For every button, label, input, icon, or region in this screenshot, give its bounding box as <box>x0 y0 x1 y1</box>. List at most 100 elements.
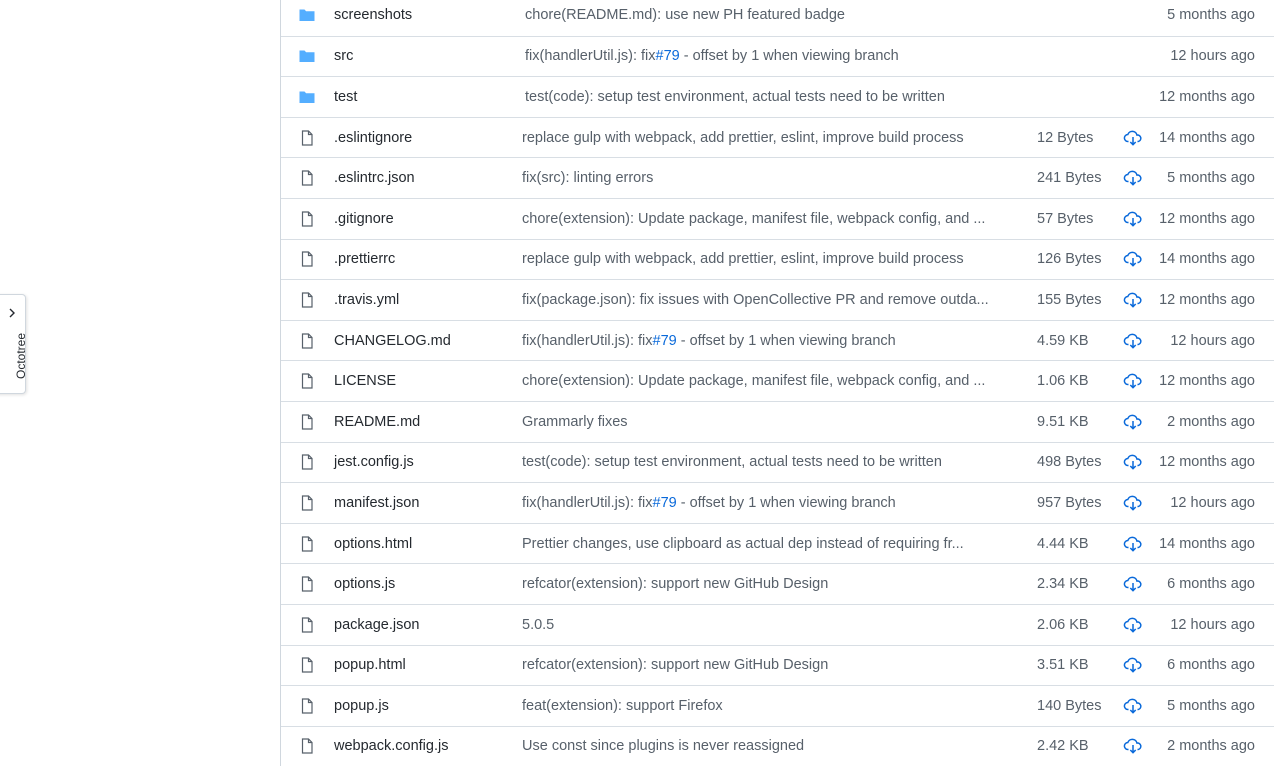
download-icon[interactable] <box>1123 373 1143 389</box>
file-size: 140 Bytes <box>1037 697 1102 714</box>
commit-message-link[interactable]: test(code): setup test environment, actu… <box>522 454 1010 470</box>
file-name-link[interactable]: jest.config.js <box>334 454 414 470</box>
commit-message-link[interactable]: feat(extension): support Firefox <box>522 698 1010 714</box>
issue-link[interactable]: #79 <box>653 333 677 349</box>
file-row[interactable]: options.js refcator(extension): support n… <box>281 563 1274 604</box>
commit-message-link[interactable]: chore(extension): Update package, manife… <box>522 373 1010 389</box>
file-row[interactable]: README.md Grammarly fixes 9.51 KB 2 months … <box>281 400 1274 442</box>
download-icon[interactable] <box>1123 617 1143 633</box>
commit-message-link[interactable]: chore(README.md): use new PH featured ba… <box>525 7 1013 23</box>
commit-age: 12 hours ago <box>1170 494 1255 511</box>
file-size: 1.06 KB <box>1037 373 1089 390</box>
file-list: screenshots chore(README.md): use new PH … <box>280 0 1274 766</box>
file-row[interactable]: package.json 5.0.5 2.06 KB 12 hours ago <box>281 603 1274 645</box>
commit-message-link[interactable]: test(code): setup test environment, actu… <box>525 89 1013 105</box>
file-row[interactable]: .gitignore chore(extension): Update packa… <box>281 197 1274 239</box>
file-name-link[interactable]: CHANGELOG.md <box>334 333 451 349</box>
file-size: 12 Bytes <box>1037 129 1094 146</box>
file-name-link[interactable]: src <box>334 48 353 64</box>
file-row[interactable]: src fix(handlerUtil.js): fix#79 - offset … <box>281 35 1274 77</box>
commit-message-link[interactable]: fix(handlerUtil.js): fix#79 - offset by … <box>522 494 1010 511</box>
file-name-link[interactable]: .eslintrc.json <box>334 170 415 186</box>
file-row[interactable]: .prettierrc replace gulp with webpack, ad… <box>281 238 1274 280</box>
file-size: 2.42 KB <box>1037 738 1089 755</box>
file-row[interactable]: .eslintignore replace gulp with webpack, … <box>281 116 1274 158</box>
file-name-link[interactable]: .eslintignore <box>334 130 412 146</box>
download-icon[interactable] <box>1123 211 1143 227</box>
file-name-link[interactable]: webpack.config.js <box>334 738 448 754</box>
file-size: 498 Bytes <box>1037 454 1102 471</box>
commit-age: 14 months ago <box>1159 535 1255 552</box>
file-row[interactable]: CHANGELOG.md fix(handlerUtil.js): fix#79 … <box>281 319 1274 361</box>
file-size: 3.51 KB <box>1037 657 1089 674</box>
file-name-link[interactable]: popup.html <box>334 657 406 673</box>
issue-link[interactable]: #79 <box>653 495 677 511</box>
commit-message-link[interactable]: 5.0.5 <box>522 617 1010 633</box>
file-row[interactable]: popup.html refcator(extension): support n… <box>281 644 1274 686</box>
commit-message-link[interactable]: Grammarly fixes <box>522 414 1010 430</box>
commit-message-link[interactable]: chore(extension): Update package, manife… <box>522 211 1010 227</box>
file-size: 2.06 KB <box>1037 616 1089 633</box>
file-name-link[interactable]: .gitignore <box>334 211 394 227</box>
file-name-link[interactable]: LICENSE <box>334 373 396 389</box>
download-icon[interactable] <box>1123 536 1143 552</box>
download-icon[interactable] <box>1123 251 1143 268</box>
commit-message-link[interactable]: fix(src): linting errors <box>522 170 1010 186</box>
file-icon <box>298 292 316 308</box>
file-row[interactable]: webpack.config.js Use const since plugins… <box>281 725 1274 766</box>
file-row[interactable]: LICENSE chore(extension): Update package,… <box>281 360 1274 401</box>
commit-age: 6 months ago <box>1167 576 1255 593</box>
commit-message-link[interactable]: fix(package.json): fix issues with OpenC… <box>522 292 1010 308</box>
download-icon[interactable] <box>1123 698 1143 714</box>
commit-message-link[interactable]: replace gulp with webpack, add prettier,… <box>522 251 1010 267</box>
commit-message-part: - offset by 1 when viewing branch <box>676 332 896 349</box>
file-name-link[interactable]: README.md <box>334 414 420 430</box>
commit-message-link[interactable]: fix(handlerUtil.js): fix#79 - offset by … <box>522 332 1010 349</box>
download-icon[interactable] <box>1123 576 1143 592</box>
commit-message-link[interactable]: refcator(extension): support new GitHub … <box>522 657 1010 673</box>
download-icon[interactable] <box>1123 495 1143 511</box>
file-name-link[interactable]: manifest.json <box>334 495 419 511</box>
file-name-link[interactable]: options.html <box>334 536 412 552</box>
file-row[interactable]: .travis.yml fix(package.json): fix issues… <box>281 279 1274 320</box>
file-name-link[interactable]: .prettierrc <box>334 251 395 267</box>
file-name-link[interactable]: .travis.yml <box>334 292 399 308</box>
file-row[interactable]: test test(code): setup test environment, … <box>281 76 1274 117</box>
download-icon[interactable] <box>1123 657 1143 674</box>
file-icon <box>298 373 316 389</box>
download-icon[interactable] <box>1123 292 1143 308</box>
file-row[interactable]: screenshots chore(README.md): use new PH … <box>281 0 1274 36</box>
commit-message-link[interactable]: refcator(extension): support new GitHub … <box>522 576 1010 592</box>
folder-icon <box>298 48 316 64</box>
file-size: 9.51 KB <box>1037 413 1089 430</box>
commit-message-link[interactable]: Use const since plugins is never reassig… <box>522 738 1010 754</box>
commit-age: 12 months ago <box>1159 88 1255 105</box>
commit-message-link[interactable]: replace gulp with webpack, add prettier,… <box>522 130 1010 146</box>
download-icon[interactable] <box>1123 454 1143 471</box>
file-row[interactable]: popup.js feat(extension): support Firefox… <box>281 685 1274 726</box>
file-row[interactable]: options.html Prettier changes, use clipbo… <box>281 522 1274 564</box>
file-row[interactable]: jest.config.js test(code): setup test env… <box>281 441 1274 483</box>
file-name-link[interactable]: package.json <box>334 617 419 633</box>
file-row[interactable]: manifest.json fix(handlerUtil.js): fix#79… <box>281 482 1274 523</box>
download-icon[interactable] <box>1123 130 1143 146</box>
download-icon[interactable] <box>1123 738 1143 755</box>
download-icon[interactable] <box>1123 170 1143 186</box>
commit-age: 12 months ago <box>1159 291 1255 308</box>
issue-link[interactable]: #79 <box>656 48 680 64</box>
download-icon[interactable] <box>1123 333 1143 349</box>
octotree-label: Octotree <box>14 332 28 379</box>
commit-message-part: - offset by 1 when viewing branch <box>676 494 896 511</box>
file-name-link[interactable]: screenshots <box>334 7 412 23</box>
file-name-link[interactable]: popup.js <box>334 698 389 714</box>
file-name-link[interactable]: options.js <box>334 576 395 592</box>
commit-age: 12 months ago <box>1159 210 1255 227</box>
file-icon <box>298 617 316 633</box>
commit-message-link[interactable]: Prettier changes, use clipboard as actua… <box>522 536 1010 552</box>
octotree-toggle-tab[interactable]: Octotree <box>0 294 28 394</box>
file-row[interactable]: .eslintrc.json fix(src): linting errors 24… <box>281 157 1274 198</box>
file-name-link[interactable]: test <box>334 89 357 105</box>
download-icon[interactable] <box>1123 414 1143 430</box>
file-icon <box>298 170 316 186</box>
commit-message-link[interactable]: fix(handlerUtil.js): fix#79 - offset by … <box>525 48 1013 65</box>
